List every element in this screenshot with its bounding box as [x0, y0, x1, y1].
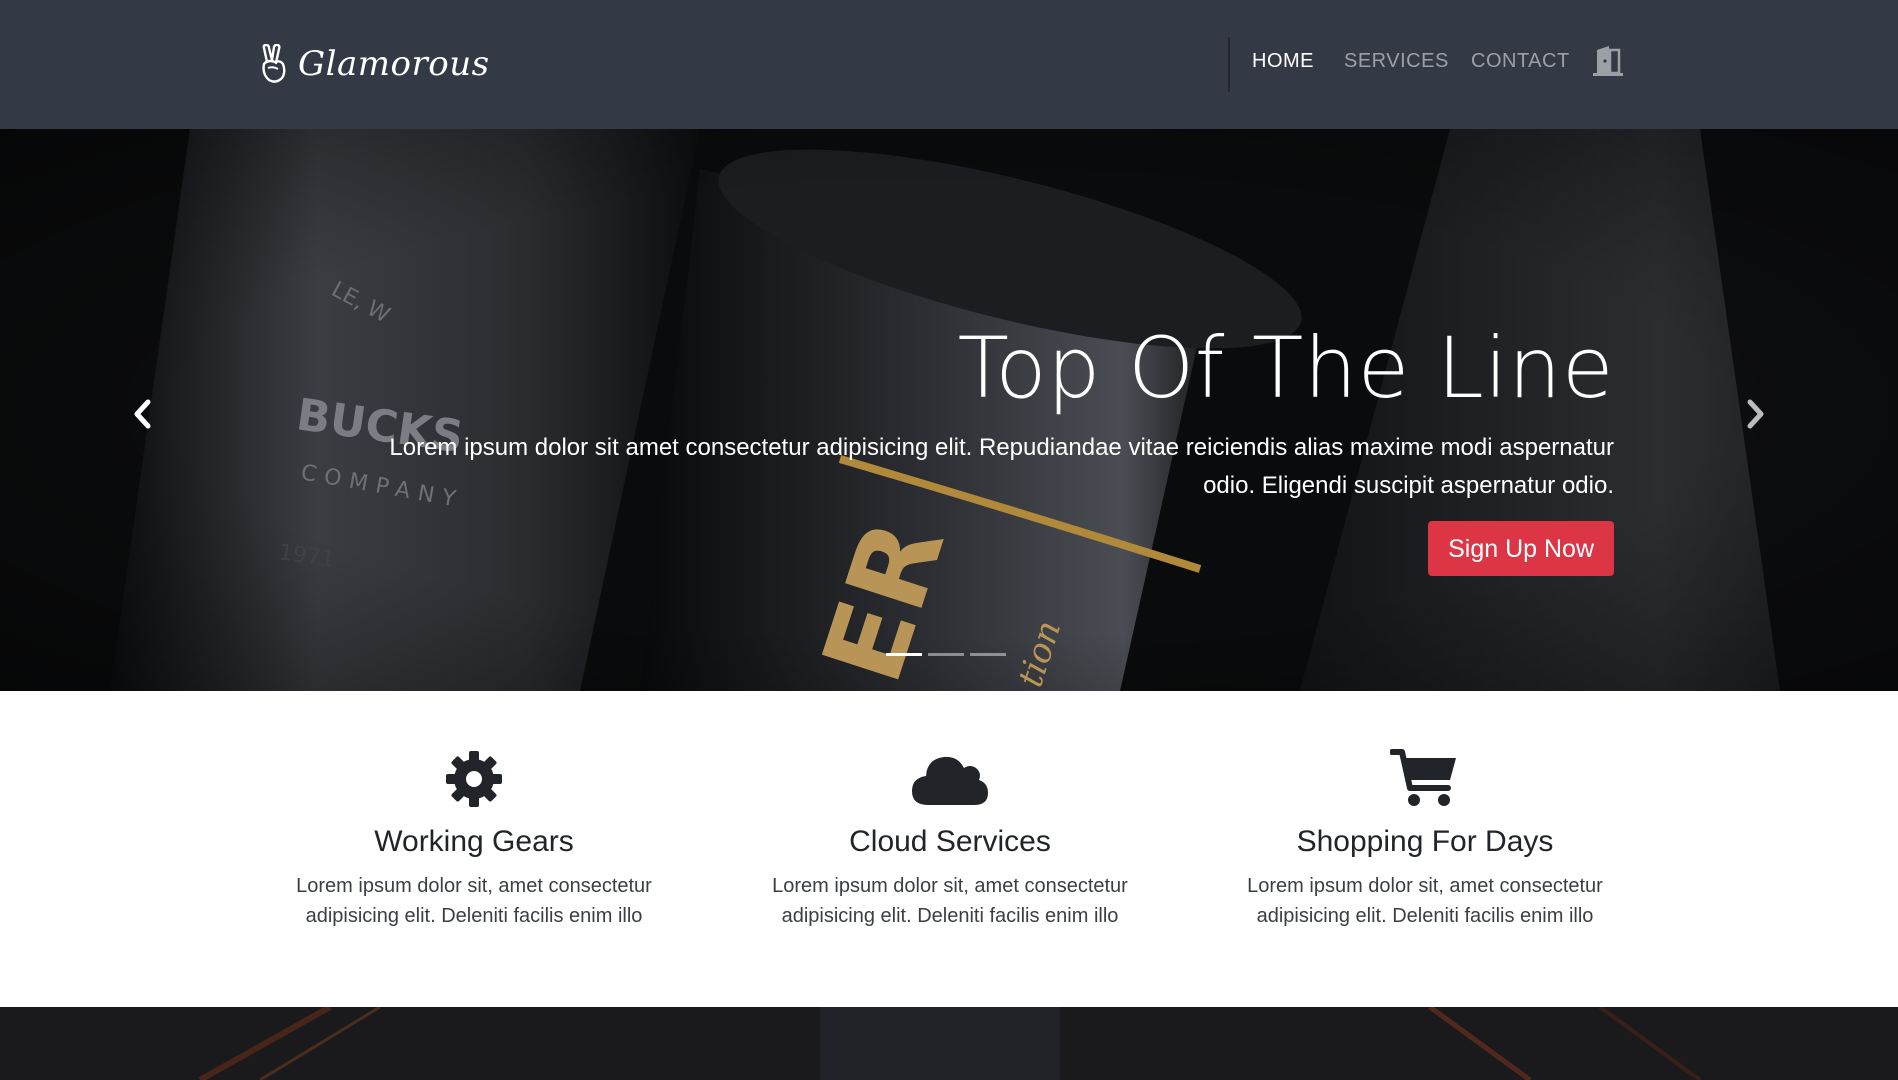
peace-hand-icon — [262, 44, 286, 83]
carousel-indicator[interactable] — [886, 653, 922, 656]
feature-card: Shopping For Days Lorem ipsum dolor sit,… — [1215, 747, 1635, 931]
banner-background-image — [0, 1007, 1898, 1080]
gear-icon — [446, 751, 502, 807]
brand-logo[interactable]: Glamorous — [258, 38, 490, 90]
feature-title: Shopping For Days — [1296, 825, 1554, 858]
features-section: Working Gears Lorem ipsum dolor sit, ame… — [0, 691, 1898, 1007]
navbar: Glamorous HOME SERVICES CONTACT — [0, 0, 1898, 129]
sign-up-button[interactable]: Sign Up Now — [1428, 521, 1614, 576]
nav-link-contact[interactable]: CONTACT — [1471, 50, 1570, 73]
cart-icon — [1390, 749, 1456, 806]
feature-card: Cloud Services Lorem ipsum dolor sit, am… — [740, 747, 1160, 931]
next-section-banner — [0, 1007, 1898, 1080]
feature-description: Lorem ipsum dolor sit, amet consectetur … — [296, 875, 652, 927]
hero-carousel: LE, W BUCKS COMPANY 1971 ER tion Top Of … — [0, 129, 1898, 691]
cloud-icon — [912, 756, 988, 805]
nav-divider — [1228, 37, 1230, 92]
nav-link-home[interactable]: HOME — [1252, 50, 1314, 73]
chevron-right-icon[interactable] — [1740, 397, 1770, 431]
carousel-indicators — [886, 653, 1006, 656]
brand-name: Glamorous — [298, 44, 490, 84]
feature-title: Cloud Services — [849, 825, 1051, 858]
hero-description: Lorem ipsum dolor sit amet consectetur a… — [389, 434, 1614, 499]
chevron-left-icon[interactable] — [128, 397, 158, 431]
feature-description: Lorem ipsum dolor sit, amet consectetur … — [772, 875, 1128, 927]
carousel-indicator[interactable] — [928, 653, 964, 656]
nav-link-services[interactable]: SERVICES — [1344, 50, 1449, 73]
carousel-indicator[interactable] — [970, 653, 1006, 656]
door-exit-icon[interactable] — [1591, 46, 1625, 76]
feature-title: Working Gears — [374, 825, 574, 858]
hero-title: Top Of The Line — [957, 319, 1614, 417]
feature-description: Lorem ipsum dolor sit, amet consectetur … — [1247, 875, 1603, 927]
feature-card: Working Gears Lorem ipsum dolor sit, ame… — [264, 747, 684, 931]
